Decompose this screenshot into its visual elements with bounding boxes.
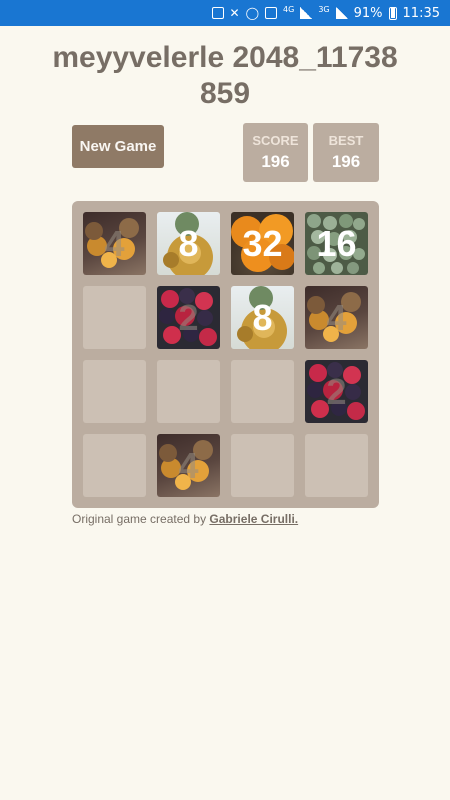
board-cell [231, 434, 294, 497]
new-game-button[interactable]: New Game [72, 125, 164, 168]
signal-icon-2 [335, 7, 348, 19]
status-bar: ✕ ◯ 4G 3G 91% 11:35 [0, 0, 450, 26]
olives-fruit [331, 262, 343, 274]
physalis-fruit [85, 222, 103, 240]
clock: 11:35 [402, 5, 440, 21]
board-cell [83, 286, 146, 349]
board-cell [157, 360, 220, 423]
best-label: BEST [328, 133, 364, 148]
credits: Original game created by Gabriele Cirull… [72, 512, 298, 526]
tile-pineapple: 8 [231, 286, 294, 349]
best-value: 196 [331, 152, 361, 171]
berries-fruit [159, 308, 175, 324]
berries-fruit [161, 290, 179, 308]
board-cell [305, 434, 368, 497]
tile-berries: 2 [305, 360, 368, 423]
board-cell [83, 434, 146, 497]
tile-value: 4 [104, 222, 125, 264]
sd-card-icon [265, 7, 278, 19]
berries-fruit [309, 364, 327, 382]
berries-fruit [307, 382, 323, 398]
score-box: SCORE 196 [243, 123, 308, 182]
pineapple-fruit [237, 326, 253, 342]
tile-pineapple: 8 [157, 212, 220, 275]
berries-fruit [345, 384, 361, 400]
notification-icon [211, 7, 224, 19]
physalis-fruit [159, 444, 177, 462]
game-board[interactable]: 4 8 32 16 2 8 4 2 4 [72, 201, 379, 508]
berries-fruit [347, 402, 365, 420]
tile-olives: 16 [305, 212, 368, 275]
score-label: SCORE [252, 133, 299, 148]
tile-value: 8 [178, 222, 199, 264]
tile-value: 16 [316, 222, 357, 264]
battery-percent: 91% [353, 5, 383, 21]
tile-value: 4 [178, 444, 199, 486]
alarm-icon: ◯ [245, 6, 260, 20]
tile-oranges: 32 [231, 212, 294, 275]
olives-fruit [347, 262, 359, 274]
tile-value: 8 [252, 296, 273, 338]
signal-icon [300, 7, 313, 19]
tile-value: 32 [242, 222, 283, 264]
berries-fruit [199, 328, 217, 346]
tile-physalis: 4 [83, 212, 146, 275]
mute-icon: ✕ [229, 6, 240, 20]
tile-value: 2 [178, 296, 199, 338]
berries-fruit [197, 310, 213, 326]
board-cell [231, 360, 294, 423]
author-link[interactable]: Gabriele Cirulli. [209, 512, 298, 526]
best-box: BEST 196 [313, 123, 379, 182]
credits-text: Original game created by [72, 512, 207, 526]
battery-icon [388, 6, 397, 20]
board-cell [83, 360, 146, 423]
tile-physalis: 4 [157, 434, 220, 497]
tile-physalis: 4 [305, 286, 368, 349]
tile-value: 2 [326, 370, 347, 412]
olives-fruit [313, 262, 325, 274]
pineapple-fruit [163, 252, 179, 268]
score-value: 196 [261, 152, 290, 171]
tile-value: 4 [326, 296, 347, 338]
physalis-fruit [307, 296, 325, 314]
network-type-2: 3G [318, 5, 330, 14]
network-type-1: 4G [283, 5, 295, 14]
game-title: meyyvelerle 2048_11738859 [52, 41, 398, 110]
tile-berries: 2 [157, 286, 220, 349]
